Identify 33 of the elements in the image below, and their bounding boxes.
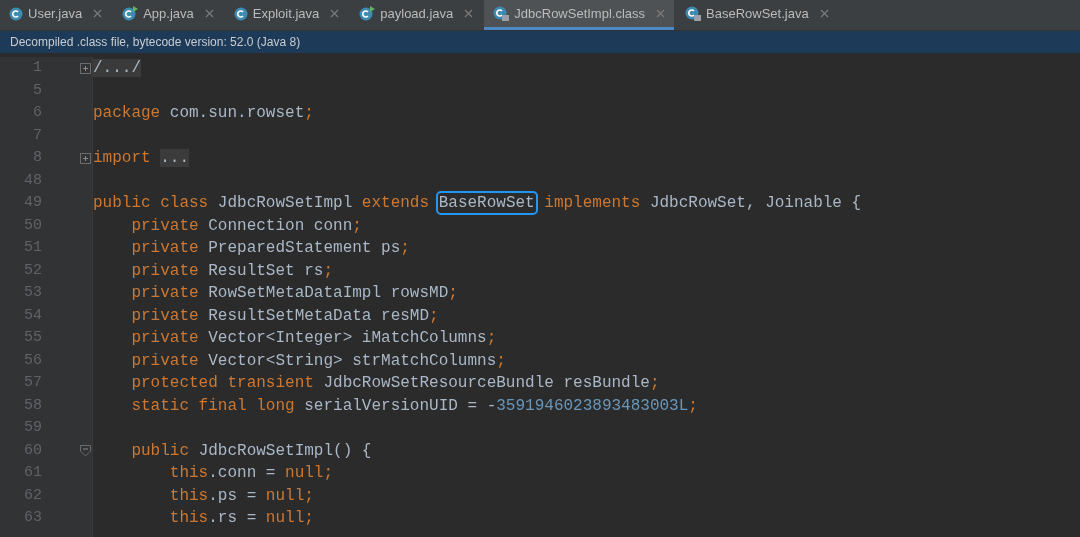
code-line: private Vector<String> strMatchColumns;: [130, 350, 506, 372]
expand-icon[interactable]: [80, 62, 91, 74]
collapse-icon[interactable]: [80, 444, 91, 457]
file-tab[interactable]: JdbcRowSetImpl.class: [484, 0, 675, 30]
code-line: private Connection conn;: [130, 215, 362, 237]
code-line: import ...: [93, 148, 190, 170]
expand-icon[interactable]: [80, 152, 91, 164]
code-line: this.rs = null;: [168, 508, 314, 530]
code-line: private RowSetMetaDataImpl rowsMD;: [130, 283, 458, 305]
class-icon: [233, 6, 248, 21]
runnable-class-icon: [122, 6, 139, 21]
decompiled-banner: Decompiled .class file, bytecode version: 52.0 (Java 8): [0, 31, 1080, 53]
code-line: private PreparedStatement ps;: [130, 238, 410, 260]
code-line: package com.sun.rowset;: [93, 103, 314, 125]
close-icon[interactable]: [204, 9, 214, 18]
class-icon: [9, 6, 23, 21]
close-icon[interactable]: [819, 9, 829, 18]
code-line: this.ps = null;: [168, 485, 314, 507]
locked-class-icon: [493, 6, 510, 21]
close-icon[interactable]: [656, 9, 666, 18]
code-line: private Vector<Integer> iMatchColumns;: [130, 328, 497, 350]
close-icon[interactable]: [93, 9, 103, 18]
code-line: private ResultSet rs;: [130, 260, 334, 282]
code-line: static final long serialVersionUID = -3591946023893483003L;: [130, 395, 698, 417]
close-icon[interactable]: [464, 9, 474, 18]
code-line: private ResultSetMetaData resMD;: [130, 305, 439, 327]
runnable-class-icon: [359, 6, 376, 21]
code-line: public class JdbcRowSetImpl extends BaseRowSet implements JdbcRowSet, Joinable {: [93, 191, 862, 216]
code-line: this.conn = null;: [168, 463, 334, 485]
code-line: public JdbcRowSetImpl() {: [130, 440, 372, 462]
locked-class-icon: [685, 6, 702, 21]
code-line: protected transient JdbcRowSetResourceBundle resBundle;: [130, 373, 660, 395]
close-icon[interactable]: [330, 9, 340, 18]
